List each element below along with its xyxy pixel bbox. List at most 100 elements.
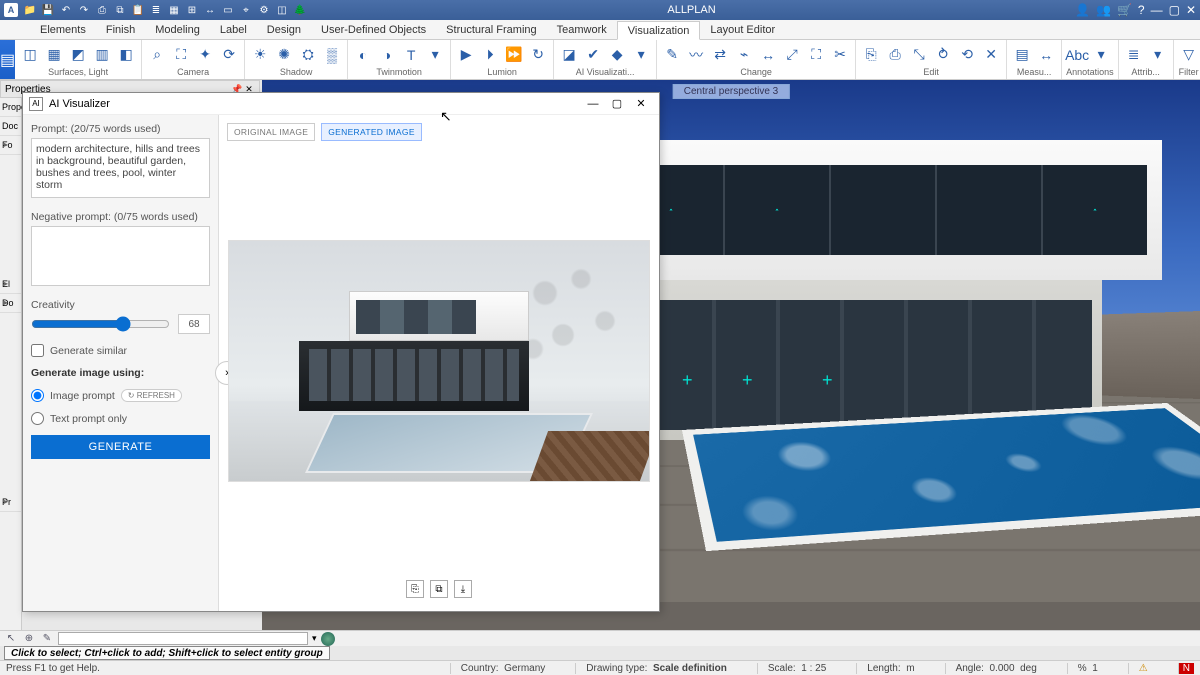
qat-layers-icon[interactable]: ≣ [148,2,164,18]
ribbon-button[interactable]: T [400,44,422,66]
creativity-value[interactable]: 68 [178,314,210,334]
app-menu-button[interactable]: ▤ [0,40,15,80]
group-icon[interactable]: 👥 [1096,3,1111,17]
status-mode[interactable]: N [1178,663,1194,674]
negative-prompt-input[interactable] [31,226,210,286]
sidebar-item-properties[interactable]: Prope [0,98,21,117]
perspective-label[interactable]: Central perspective 3 [673,84,790,99]
ribbon-button[interactable]: ⥁ [932,44,954,66]
generate-button[interactable]: GENERATE [31,435,210,459]
tab-layout-editor[interactable]: Layout Editor [700,20,785,39]
app-icon[interactable]: A [4,3,18,17]
ribbon-button[interactable]: ✺ [273,44,295,66]
creativity-slider[interactable] [31,316,170,332]
ribbon-button[interactable]: ⌁ [733,44,755,66]
command-input[interactable] [58,632,308,645]
sidebar-item-doc[interactable]: Doc [0,117,21,136]
generated-image[interactable] [229,241,649,481]
ribbon-button[interactable]: ⎘ [860,44,882,66]
command-dropdown-icon[interactable]: ▾ [312,633,317,644]
compare-image-icon[interactable]: ⧉ [430,580,448,598]
text-prompt-radio[interactable] [31,412,44,425]
ai-minimize-icon[interactable]: — [581,94,605,114]
ai-maximize-icon[interactable]: ▢ [605,94,629,114]
tab-user-defined-objects[interactable]: User-Defined Objects [311,20,436,39]
qat-copy-icon[interactable]: ⧉ [112,2,128,18]
ribbon-button[interactable]: ▥ [91,44,113,66]
copy-image-icon[interactable]: ⎘ [406,580,424,598]
ribbon-button[interactable]: ✕ [980,44,1002,66]
qat-module-icon[interactable]: ◫ [274,2,290,18]
status-drawing-type[interactable]: Drawing type: Scale definition [575,663,737,674]
tab-teamwork[interactable]: Teamwork [547,20,617,39]
ribbon-button[interactable]: ⤡ [908,44,930,66]
ribbon-button[interactable]: ⛭ [297,44,319,66]
tab-design[interactable]: Design [257,20,311,39]
image-prompt-radio[interactable] [31,389,44,402]
qat-snap-icon[interactable]: ⌖ [238,2,254,18]
ribbon-button[interactable]: ⛶ [170,44,192,66]
qat-select-icon[interactable]: ▭ [220,2,236,18]
ribbon-button[interactable]: ▾ [1090,44,1112,66]
status-country[interactable]: Country: Germany [450,663,555,674]
download-image-icon[interactable]: ⤓ [454,580,472,598]
qat-redo-icon[interactable]: ↷ [76,2,92,18]
qat-view-icon[interactable]: ▦ [166,2,182,18]
ribbon-button[interactable]: ≣ [1123,44,1145,66]
ribbon-button[interactable]: ✂ [829,44,851,66]
tab-original-image[interactable]: ORIGINAL IMAGE [227,123,315,141]
ribbon-button[interactable]: ↔ [1035,44,1057,66]
tab-structural-framing[interactable]: Structural Framing [436,20,546,39]
ribbon-button[interactable]: ▾ [1147,44,1169,66]
qat-tree-icon[interactable]: 🌲 [292,2,308,18]
ribbon-button[interactable]: ▾ [424,44,446,66]
qat-measure-icon[interactable]: ↔ [202,2,218,18]
tab-label[interactable]: Label [210,20,257,39]
ribbon-button[interactable]: ◑ [376,44,398,66]
globe-icon[interactable] [321,632,335,646]
qat-print-icon[interactable]: ⎙ [94,2,110,18]
sidebar-item-el[interactable]: ▸El [0,275,21,294]
edit-icon[interactable]: ✎ [40,632,54,646]
refresh-button[interactable]: ↻ REFRESH [121,389,182,402]
ribbon-button[interactable]: Abc [1066,44,1088,66]
tab-elements[interactable]: Elements [30,20,96,39]
ribbon-button[interactable]: 〰 [685,44,707,66]
cart-icon[interactable]: 🛒 [1117,3,1132,17]
ribbon-button[interactable]: ▦ [43,44,65,66]
ribbon-button[interactable]: ⟳ [218,44,240,66]
ribbon-button[interactable]: ◆ [606,44,628,66]
ribbon-button[interactable]: ⎙ [884,44,906,66]
ribbon-button[interactable]: ↔ [757,44,779,66]
ribbon-button[interactable]: ◧ [115,44,137,66]
qat-paste-icon[interactable]: 📋 [130,2,146,18]
ribbon-button[interactable]: ⏩ [503,44,525,66]
status-angle[interactable]: Angle: 0.000 deg [945,663,1047,674]
qat-folder-icon[interactable]: 📁 [22,2,38,18]
ribbon-button[interactable]: ↻ [527,44,549,66]
ribbon-button[interactable]: ⏵ [479,44,501,66]
add-icon[interactable]: ⊕ [22,632,36,646]
ribbon-button[interactable]: ◩ [67,44,89,66]
status-length[interactable]: Length: m [856,663,924,674]
ribbon-button[interactable]: ✦ [194,44,216,66]
tab-visualization[interactable]: Visualization [617,21,701,40]
sidebar-item-pr[interactable]: ▸Pr [0,493,21,512]
ai-close-icon[interactable]: ✕ [629,94,653,114]
ribbon-button[interactable]: ⛶ [805,44,827,66]
qat-config-icon[interactable]: ⚙ [256,2,272,18]
close-icon[interactable]: ✕ [1186,3,1196,17]
ribbon-button[interactable]: ▒ [321,44,343,66]
ai-window-titlebar[interactable]: AI AI Visualizer — ▢ ✕ [23,93,659,115]
tab-modeling[interactable]: Modeling [145,20,210,39]
select-tool-icon[interactable]: ↖ [4,632,18,646]
ribbon-button[interactable]: ▶ [455,44,477,66]
sidebar-item-do[interactable]: ▸Do [0,294,21,313]
generate-similar-checkbox[interactable] [31,344,44,357]
restore-icon[interactable]: ▢ [1169,3,1180,17]
tab-finish[interactable]: Finish [96,20,145,39]
help-icon[interactable]: ? [1138,3,1145,17]
sidebar-item-fo[interactable]: ▸Fo [0,136,21,155]
ribbon-button[interactable]: ⇄ [709,44,731,66]
ribbon-button[interactable]: ☀ [249,44,271,66]
